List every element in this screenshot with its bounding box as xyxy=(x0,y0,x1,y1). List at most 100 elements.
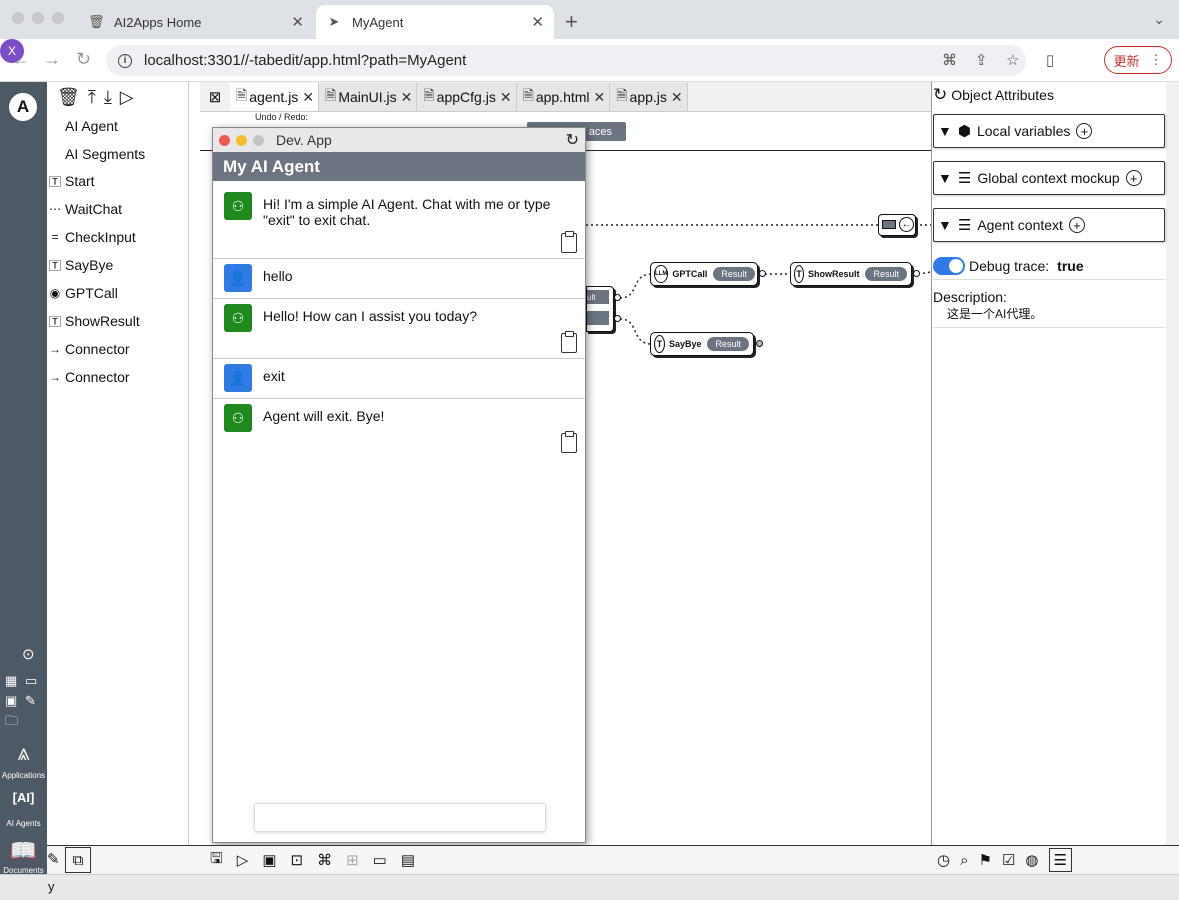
ui-icon[interactable]: ⊞ xyxy=(346,851,359,869)
gptcall-node[interactable]: LLM GPTCall Result xyxy=(650,262,758,286)
browser-tab-myagent[interactable]: ➤ MyAgent ✕ xyxy=(316,5,554,39)
reload-icon[interactable]: ↻ xyxy=(76,49,91,70)
upload-icon[interactable]: ⤒ xyxy=(88,87,96,108)
chevron-down-icon[interactable]: ⌄ xyxy=(1153,11,1165,28)
scrollbar[interactable] xyxy=(1166,82,1179,845)
window-minimize-dot[interactable] xyxy=(32,12,44,24)
book-icon[interactable]: 📖 xyxy=(0,838,47,864)
component-item[interactable]: 🅃 SayBye xyxy=(47,251,187,279)
nav-label-ai-agents[interactable]: AI Agents xyxy=(0,819,47,828)
download-icon[interactable]: ⤓ xyxy=(104,87,112,108)
add-icon[interactable]: + xyxy=(1068,217,1085,233)
section-agent-context[interactable]: ▼ ☰ Agent context + xyxy=(933,208,1165,242)
saybye-node[interactable]: T SayBye Result xyxy=(650,332,754,356)
checkinput-node[interactable]: ult xyxy=(586,286,614,332)
settings-sliders-icon[interactable]: ☰ xyxy=(1048,848,1072,872)
component-item[interactable]: AI Agent xyxy=(47,112,187,140)
section-local-variables[interactable]: ▼ ⬢ Local variables + xyxy=(933,114,1165,148)
debug-trace-toggle[interactable] xyxy=(933,256,965,275)
play-icon[interactable]: ▷ xyxy=(120,87,134,108)
ai-icon[interactable]: ▣ xyxy=(262,851,276,869)
output-pin[interactable] xyxy=(913,270,920,277)
ai-icon-alt[interactable]: ⊡ xyxy=(291,851,304,869)
editor-tab-appcfg-js[interactable]: 🗎 appCfg.js ✕ xyxy=(417,83,517,111)
section-global-context[interactable]: ▼ ☰ Global context mockup + xyxy=(933,161,1165,195)
component-item[interactable]: ⋯ WaitChat xyxy=(47,195,187,223)
component-item[interactable]: 🅃 ShowResult xyxy=(47,307,187,335)
minimize-dot[interactable] xyxy=(236,134,247,146)
back-arrow-icon[interactable]: ← xyxy=(12,49,30,70)
folder-icon[interactable]: 🗀 xyxy=(5,712,18,734)
editor-tab-app-html[interactable]: 🗎 app.html ✕ xyxy=(516,83,611,111)
close-dot[interactable] xyxy=(219,134,230,146)
share-icon[interactable]: ⇪ xyxy=(975,51,988,69)
verify-icon[interactable]: ☑ xyxy=(1002,851,1015,869)
refresh-icon[interactable]: ↻ xyxy=(933,85,947,105)
component-item[interactable]: → Connector xyxy=(47,335,187,363)
close-icon[interactable]: ✕ xyxy=(500,89,512,106)
clipboard-icon[interactable] xyxy=(561,231,577,253)
connector-node[interactable]: ← xyxy=(878,214,916,236)
description-row[interactable]: Description: 这是一个AI代理。 xyxy=(933,282,1165,328)
editor-tab-agent-js[interactable]: 🗎 agent.js ✕ xyxy=(230,83,320,111)
zoom-dot[interactable] xyxy=(253,134,264,146)
component-item[interactable]: = CheckInput xyxy=(47,223,187,251)
trash-icon[interactable]: 🗑 xyxy=(57,87,80,108)
edit-icon[interactable]: ✎ xyxy=(25,693,36,709)
clipboard-icon[interactable] xyxy=(561,331,577,353)
app-logo[interactable]: A xyxy=(9,93,37,121)
translate-icon[interactable]: ⌘ xyxy=(317,851,332,869)
close-icon[interactable]: ✕ xyxy=(291,13,304,31)
play-icon[interactable]: ▷ xyxy=(237,851,249,869)
globe-icon[interactable]: ◍ xyxy=(1025,851,1038,869)
checkbox-icon[interactable]: ⊠ xyxy=(200,83,230,111)
drive-icon[interactable]: ▭ xyxy=(373,851,387,869)
translate-icon[interactable]: ⌘ xyxy=(942,51,957,69)
drive-icon[interactable]: ▭ xyxy=(25,673,37,689)
dev-app-titlebar[interactable]: Dev. App xyxy=(213,128,585,152)
close-icon[interactable]: ✕ xyxy=(531,13,544,31)
output-pin[interactable] xyxy=(614,315,621,322)
browser-tab-home[interactable]: 🗑 AI2Apps Home ✕ xyxy=(78,5,314,39)
url-field[interactable]: i localhost:3301//-tabedit/app.html?path… xyxy=(106,45,1026,76)
output-pin[interactable] xyxy=(614,294,621,301)
grid-icon[interactable]: ▦ xyxy=(5,673,17,689)
clipboard-icon[interactable] xyxy=(561,431,577,453)
new-tab-button[interactable]: + xyxy=(565,9,578,35)
save-icon[interactable]: 🖫 xyxy=(210,848,223,873)
update-button[interactable]: 更新 ⋮ xyxy=(1104,46,1172,74)
showresult-node[interactable]: T ShowResult Result xyxy=(790,262,912,286)
editor-tab-app-js[interactable]: 🗎 app.js ✕ xyxy=(610,83,688,111)
forward-arrow-icon[interactable]: → xyxy=(43,49,61,70)
component-item[interactable]: → Connector xyxy=(47,363,187,391)
check-clock-icon[interactable]: ◷ xyxy=(937,851,950,869)
star-icon[interactable]: ☆ xyxy=(1006,51,1019,69)
sidebar-icon[interactable]: ▯ xyxy=(1046,51,1054,69)
nav-label-applications[interactable]: Applications xyxy=(0,771,47,780)
terminal-icon[interactable]: ▣ xyxy=(5,693,17,709)
ai-agents-icon[interactable]: [AI] xyxy=(0,790,47,805)
chat-input[interactable] xyxy=(254,803,546,832)
editor-tab-mainui-js[interactable]: 🗎 MainUI.js ✕ xyxy=(319,83,418,111)
terminal-icon[interactable]: ▤ xyxy=(401,851,415,869)
flag-icon[interactable]: ⚑ xyxy=(979,851,992,869)
feather-icon[interactable]: ✎ xyxy=(47,850,60,868)
add-icon[interactable]: + xyxy=(1076,123,1093,139)
refresh-icon[interactable]: ↻ xyxy=(566,130,579,150)
output-pin[interactable] xyxy=(756,340,763,347)
info-icon[interactable]: i xyxy=(118,53,132,68)
close-icon[interactable]: ✕ xyxy=(302,89,314,106)
component-item[interactable]: AI Segments xyxy=(47,140,187,168)
close-icon[interactable]: ✕ xyxy=(401,89,413,106)
component-item[interactable]: 🅃 Start xyxy=(47,167,187,195)
add-icon[interactable]: + xyxy=(1125,170,1142,186)
tree-icon[interactable]: ⧉ xyxy=(65,847,91,873)
close-icon[interactable]: ✕ xyxy=(671,89,683,106)
play-circle-icon[interactable]: ⊙ xyxy=(22,645,35,663)
window-close-dot[interactable] xyxy=(12,12,24,24)
search-doc-icon[interactable]: ⌕ xyxy=(960,852,968,869)
app-store-icon[interactable]: ⩓ xyxy=(0,740,47,766)
component-item[interactable]: ◉ GPTCall xyxy=(47,279,187,307)
output-pin[interactable] xyxy=(759,270,766,277)
window-zoom-dot[interactable] xyxy=(52,12,64,24)
